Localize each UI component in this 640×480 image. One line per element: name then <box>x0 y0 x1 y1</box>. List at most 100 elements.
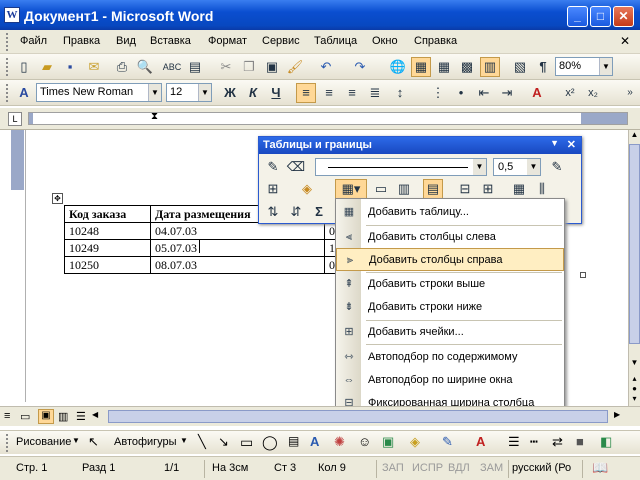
tables-toolbar-header[interactable]: Таблицы и границы ▼ ✕ <box>259 137 581 154</box>
shading-color-icon[interactable]: ◈ <box>297 179 317 199</box>
sort-ascending-icon[interactable]: ⇅ <box>263 202 283 222</box>
menu-item-insert-cells[interactable]: ⊞ Добавить ячейки... <box>336 321 564 344</box>
chevron-down-icon[interactable]: ▼ <box>473 159 486 175</box>
print-icon[interactable]: ⎙ <box>112 57 132 77</box>
outline-view-icon[interactable]: ☰ <box>76 410 86 423</box>
textbox-icon[interactable]: ▤ <box>288 434 299 448</box>
align-right-icon[interactable]: ≡ <box>342 83 362 103</box>
minimize-button[interactable]: _ <box>567 6 588 27</box>
vertical-scrollbar[interactable]: ▲ ▼ ▴ ● ▾ <box>628 130 640 406</box>
redo-icon[interactable]: ↷ <box>350 57 370 77</box>
status-track-changes[interactable]: ИСПР <box>412 462 443 474</box>
draw-menu-button[interactable]: Рисование <box>16 436 71 448</box>
zoom-select[interactable]: 80% ▼ <box>555 57 613 76</box>
menu-item-insert-columns-left[interactable]: ⫷ Добавить столбцы слева <box>336 226 564 249</box>
menu-table[interactable]: Таблица <box>314 35 357 47</box>
maximize-button[interactable]: □ <box>590 6 611 27</box>
scroll-left-icon[interactable]: ◀ <box>92 410 98 419</box>
menu-item-insert-rows-below[interactable]: ⇟ Добавить строки ниже <box>336 296 564 319</box>
menu-tools[interactable]: Сервис <box>262 35 300 47</box>
subscript-icon[interactable]: x₂ <box>583 83 603 103</box>
align-icon[interactable]: ▤ <box>423 179 443 199</box>
line-icon[interactable]: ╲ <box>198 434 206 450</box>
insert-excel-icon[interactable]: ▩ <box>457 57 477 77</box>
menu-edit[interactable]: Правка <box>63 35 100 47</box>
table-resize-handle-icon[interactable] <box>580 272 586 278</box>
insert-table-icon[interactable]: ▦ <box>434 57 454 77</box>
web-view-icon[interactable]: ▭ <box>20 410 30 423</box>
superscript-icon[interactable]: x² <box>560 83 580 103</box>
print-preview-icon[interactable]: 🔍 <box>135 57 155 77</box>
horizontal-scrollbar[interactable]: ≡ ▭ ▣ ▥ ☰ ◀ ▶ <box>0 406 640 426</box>
table-move-handle-icon[interactable]: ✥ <box>52 193 63 204</box>
hyperlink-icon[interactable]: 🌐 <box>388 57 408 77</box>
styles-icon[interactable]: A <box>14 83 34 103</box>
line-weight-select[interactable]: 0,5 ▼ <box>493 158 541 176</box>
border-color-icon[interactable]: ✎ <box>547 157 567 177</box>
table-header-cell[interactable]: Код заказа <box>64 205 151 223</box>
3d-icon[interactable]: ◧ <box>600 434 612 450</box>
status-extend[interactable]: ВДЛ <box>448 462 470 474</box>
browse-object-icon[interactable]: ● <box>629 384 640 394</box>
word-icon[interactable]: W <box>4 7 20 23</box>
font-select[interactable]: Times New Roman ▼ <box>36 83 162 102</box>
font-color-icon[interactable]: A <box>527 83 547 103</box>
save-icon[interactable]: ▪ <box>60 57 80 77</box>
draw-table-icon[interactable]: ✎ <box>263 157 283 177</box>
paste-icon[interactable]: ▣ <box>262 57 282 77</box>
menu-help[interactable]: Справка <box>414 35 457 47</box>
menu-item-insert-table[interactable]: ▦ Добавить таблицу... <box>336 201 564 224</box>
research-icon[interactable]: ▤ <box>185 57 205 77</box>
new-icon[interactable]: ▯ <box>14 57 34 77</box>
fill-color-icon[interactable]: ◈ <box>410 434 420 450</box>
picture-icon[interactable]: ▣ <box>382 434 394 450</box>
line-style-icon[interactable]: ☰ <box>508 434 520 450</box>
clipart-icon[interactable]: ☺ <box>358 434 371 449</box>
numbering-icon[interactable]: ⋮ <box>428 83 448 103</box>
arrow-style-icon[interactable]: ⇄ <box>552 434 563 450</box>
format-painter-icon[interactable]: 🖌 <box>285 57 305 77</box>
shadow-icon[interactable]: ■ <box>576 434 584 449</box>
line-color-icon[interactable]: ✎ <box>442 434 453 450</box>
columns-icon[interactable]: ▥ <box>480 57 500 77</box>
open-icon[interactable]: ▰ <box>37 57 57 77</box>
align-left-icon[interactable]: ≡ <box>296 83 316 103</box>
reading-layout-icon[interactable]: ▥ <box>58 410 68 423</box>
menu-file[interactable]: Файл <box>20 35 47 47</box>
diagram-icon[interactable]: ✺ <box>334 434 345 450</box>
tables-borders-icon[interactable]: ▦ <box>411 57 431 77</box>
menu-view[interactable]: Вид <box>116 35 136 47</box>
autoformat-icon[interactable]: ▦ <box>509 179 529 199</box>
align-center-icon[interactable]: ≡ <box>319 83 339 103</box>
dash-style-icon[interactable]: ┅ <box>530 434 538 450</box>
distribute-columns-icon[interactable]: ⊞ <box>478 179 498 199</box>
menu-item-autofit-contents[interactable]: ⇿ Автоподбор по содержимому <box>336 346 564 369</box>
toolbar-options-icon[interactable]: ▼ <box>550 138 559 148</box>
decrease-indent-icon[interactable]: ⇤ <box>474 83 494 103</box>
italic-button[interactable]: К <box>243 83 263 103</box>
merge-cells-icon[interactable]: ▭ <box>371 179 391 199</box>
scroll-down-icon[interactable]: ▼ <box>629 358 640 370</box>
permission-icon[interactable]: ✉ <box>84 57 104 77</box>
insert-table-dropdown-button[interactable]: ▦▾ <box>335 179 367 199</box>
table-cell[interactable]: 10250 <box>64 256 151 274</box>
chevron-down-icon[interactable]: ▼ <box>180 436 188 445</box>
show-hide-icon[interactable]: ¶ <box>533 57 553 77</box>
table-cell[interactable]: 08.07.03 <box>150 256 325 274</box>
font-size-select[interactable]: 12 ▼ <box>166 83 212 102</box>
status-record[interactable]: ЗАП <box>382 462 404 474</box>
close-doc-icon[interactable]: ✕ <box>620 34 630 48</box>
normal-view-icon[interactable]: ≡ <box>4 410 10 422</box>
wordart-icon[interactable]: A <box>310 434 319 449</box>
indent-marker-icon[interactable]: ⧗ <box>151 111 158 122</box>
autoshapes-menu-button[interactable]: Автофигуры <box>114 436 177 448</box>
table-cell[interactable]: 10248 <box>64 222 151 240</box>
cut-icon[interactable]: ✂ <box>216 57 236 77</box>
chevron-down-icon[interactable]: ▼ <box>527 159 540 175</box>
status-overtype[interactable]: ЗАМ <box>480 462 503 474</box>
distribute-rows-icon[interactable]: ⊟ <box>455 179 475 199</box>
scrollbar-thumb[interactable] <box>629 144 640 344</box>
eraser-icon[interactable]: ⌫ <box>286 157 306 177</box>
spelling-icon[interactable]: ABC <box>162 57 182 77</box>
tab-selector-icon[interactable]: L <box>8 112 22 126</box>
